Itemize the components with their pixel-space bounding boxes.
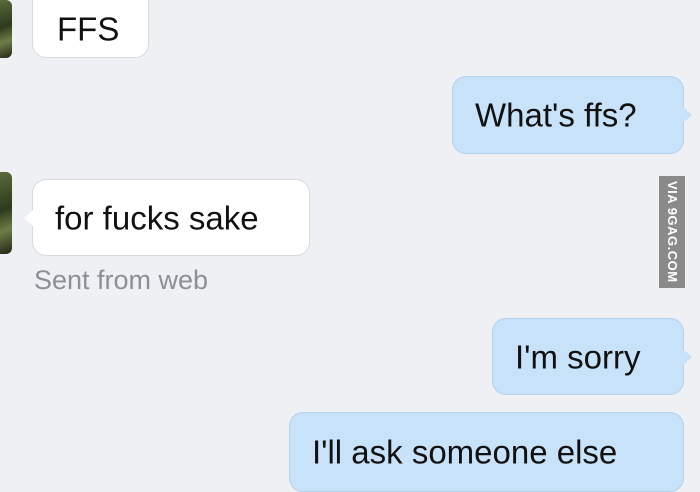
contact-avatar bbox=[0, 172, 12, 254]
outgoing-message-bubble[interactable]: I'm sorry bbox=[492, 318, 692, 395]
watermark: VIA 9GAG.COM bbox=[659, 176, 685, 288]
contact-avatar bbox=[0, 0, 12, 58]
message-text: What's ffs? bbox=[475, 96, 637, 134]
message-text: for fucks sake bbox=[55, 199, 259, 236]
message-text: I'll ask someone else bbox=[312, 433, 618, 471]
message-text: I'm sorry bbox=[515, 338, 641, 375]
message-text: FFS bbox=[57, 10, 120, 48]
incoming-message-bubble[interactable]: FFS bbox=[32, 0, 149, 58]
outgoing-message-bubble[interactable]: I'll ask someone else bbox=[289, 412, 684, 492]
incoming-message-bubble[interactable]: for fucks sake bbox=[24, 179, 310, 256]
outgoing-message-bubble[interactable]: What's ffs? bbox=[452, 76, 692, 154]
sent-from-label: Sent from web bbox=[34, 265, 209, 295]
